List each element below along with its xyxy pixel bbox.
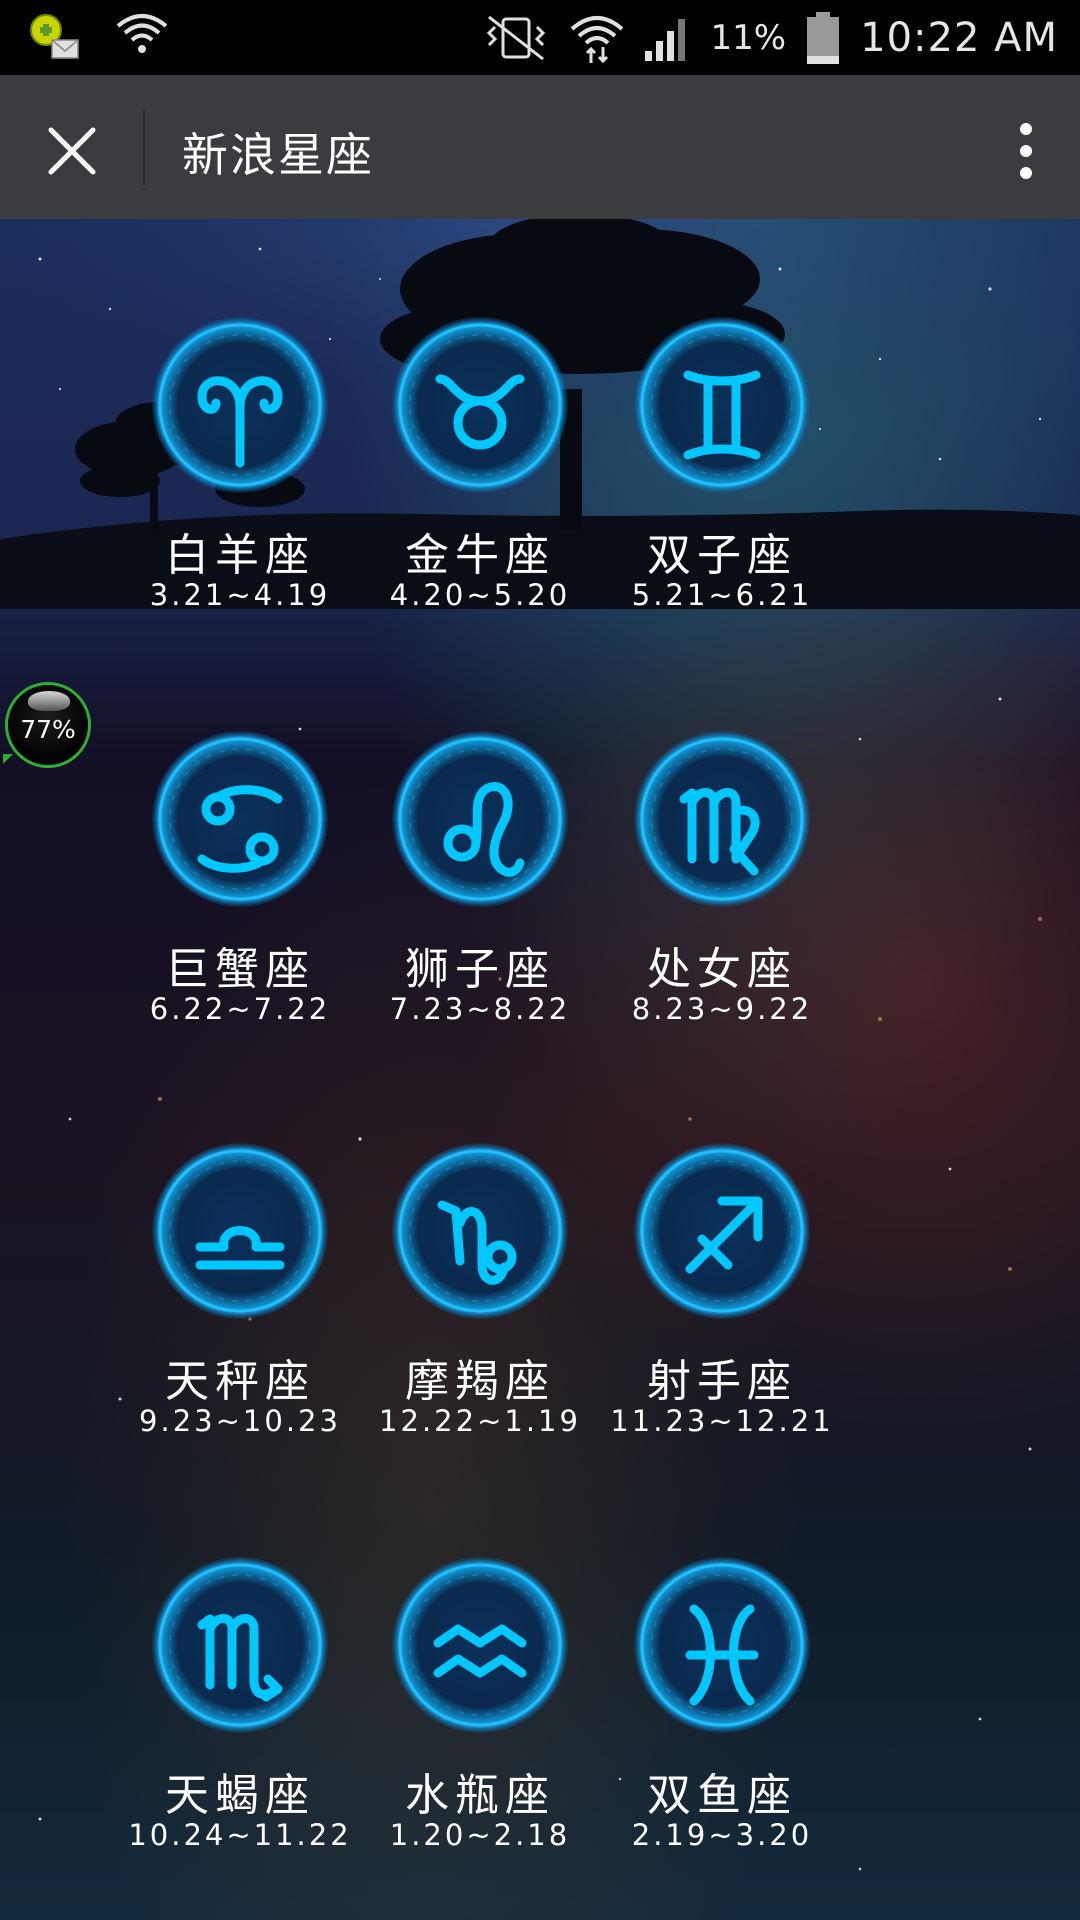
zodiac-item[interactable]: 射手座 11.23~12.21 <box>602 1141 842 1481</box>
zodiac-badge <box>632 1141 812 1321</box>
battery-icon <box>807 11 840 64</box>
cancer-icon <box>152 731 328 907</box>
zodiac-date-range: 2.19~3.20 <box>631 1818 813 1852</box>
gemini-icon <box>634 317 810 493</box>
zodiac-badge <box>150 1141 330 1321</box>
zodiac-date-range: 4.20~5.20 <box>389 578 571 612</box>
zodiac-date-range: 12.22~1.19 <box>379 1404 581 1438</box>
zodiac-name: 双鱼座 <box>647 1770 797 1821</box>
zodiac-name: 水瓶座 <box>405 1770 555 1821</box>
aquarius-icon <box>392 1557 568 1733</box>
page-title: 新浪星座 <box>182 128 374 182</box>
app-notification-icon <box>30 14 79 59</box>
zodiac-name: 狮子座 <box>405 944 555 995</box>
scorpio-icon <box>152 1557 328 1733</box>
taurus-icon <box>392 317 568 493</box>
zodiac-name: 处女座 <box>647 944 797 995</box>
clock: 10:22 AM <box>860 14 1058 61</box>
zodiac-badge <box>390 729 570 909</box>
screen: 11% 10:22 AM 新浪星座 白羊座 3.21~4.19 金牛座 4.20… <box>0 0 1080 1920</box>
more-vert-icon <box>1020 123 1032 179</box>
zodiac-item[interactable]: 处女座 8.23~9.22 <box>602 729 842 1069</box>
notification-icons <box>28 10 168 64</box>
zodiac-name: 巨蟹座 <box>165 944 315 995</box>
zodiac-badge <box>150 1555 330 1735</box>
overflow-menu-button[interactable] <box>994 107 1058 195</box>
capricorn-icon <box>392 1143 568 1319</box>
zodiac-badge <box>390 1555 570 1735</box>
battery-percent: 11% <box>710 17 787 58</box>
virgo-icon <box>634 731 810 907</box>
zodiac-grid: 白羊座 3.21~4.19 金牛座 4.20~5.20 双子座 5.21~6.21 巨蟹座 6… <box>0 219 1080 1920</box>
zodiac-item[interactable]: 摩羯座 12.22~1.19 <box>360 1141 600 1481</box>
zodiac-item[interactable]: 双鱼座 2.19~3.20 <box>602 1555 842 1895</box>
zodiac-name: 天蝎座 <box>165 1770 315 1821</box>
zodiac-badge <box>390 1141 570 1321</box>
zodiac-badge <box>632 729 812 909</box>
zodiac-date-range: 3.21~4.19 <box>149 578 331 612</box>
zodiac-date-range: 5.21~6.21 <box>631 578 813 612</box>
close-icon <box>48 127 96 175</box>
zodiac-name: 天秤座 <box>165 1356 315 1407</box>
wifi-icon <box>570 15 623 63</box>
zodiac-item[interactable]: 金牛座 4.20~5.20 <box>360 315 600 655</box>
leo-icon <box>392 731 568 907</box>
aries-icon <box>152 317 328 493</box>
zodiac-badge <box>150 315 330 495</box>
vibrate-mute-icon <box>486 15 545 60</box>
zodiac-date-range: 11.23~12.21 <box>610 1404 834 1438</box>
status-bar: 11% 10:22 AM <box>0 0 1080 75</box>
zodiac-date-range: 7.23~8.22 <box>389 992 571 1026</box>
pisces-icon <box>634 1557 810 1733</box>
zodiac-badge <box>390 315 570 495</box>
wifi-question-icon <box>116 14 168 53</box>
zodiac-item[interactable]: 天蝎座 10.24~11.22 <box>120 1555 360 1895</box>
close-button[interactable] <box>28 107 116 195</box>
zodiac-date-range: 10.24~11.22 <box>128 1818 352 1852</box>
zodiac-name: 摩羯座 <box>405 1356 555 1407</box>
floating-battery-widget[interactable]: 77% <box>5 682 91 768</box>
zodiac-name: 金牛座 <box>405 530 555 581</box>
zodiac-date-range: 6.22~7.22 <box>149 992 331 1026</box>
bubble-dome-icon <box>28 691 70 711</box>
zodiac-badge <box>632 315 812 495</box>
zodiac-badge <box>150 729 330 909</box>
sagittarius-icon <box>634 1143 810 1319</box>
zodiac-name: 白羊座 <box>165 530 315 581</box>
zodiac-item[interactable]: 白羊座 3.21~4.19 <box>120 315 360 655</box>
signal-icon <box>644 18 685 61</box>
system-icons: 11% 10:22 AM <box>481 0 1058 75</box>
zodiac-item[interactable]: 水瓶座 1.20~2.18 <box>360 1555 600 1895</box>
bubble-tail <box>3 754 13 764</box>
action-bar-divider <box>143 110 145 185</box>
zodiac-name: 射手座 <box>647 1356 797 1407</box>
zodiac-item[interactable]: 天秤座 9.23~10.23 <box>120 1141 360 1481</box>
content-area: 白羊座 3.21~4.19 金牛座 4.20~5.20 双子座 5.21~6.21 巨蟹座 6… <box>0 219 1080 1920</box>
zodiac-name: 双子座 <box>647 530 797 581</box>
zodiac-item[interactable]: 巨蟹座 6.22~7.22 <box>120 729 360 1069</box>
zodiac-badge <box>632 1555 812 1735</box>
zodiac-item[interactable]: 双子座 5.21~6.21 <box>602 315 842 655</box>
action-bar: 新浪星座 <box>0 75 1080 219</box>
floating-widget-text: 77% <box>20 714 76 744</box>
zodiac-date-range: 8.23~9.22 <box>631 992 813 1026</box>
zodiac-date-range: 1.20~2.18 <box>389 1818 571 1852</box>
zodiac-date-range: 9.23~10.23 <box>139 1404 341 1438</box>
zodiac-item[interactable]: 狮子座 7.23~8.22 <box>360 729 600 1069</box>
libra-icon <box>152 1143 328 1319</box>
